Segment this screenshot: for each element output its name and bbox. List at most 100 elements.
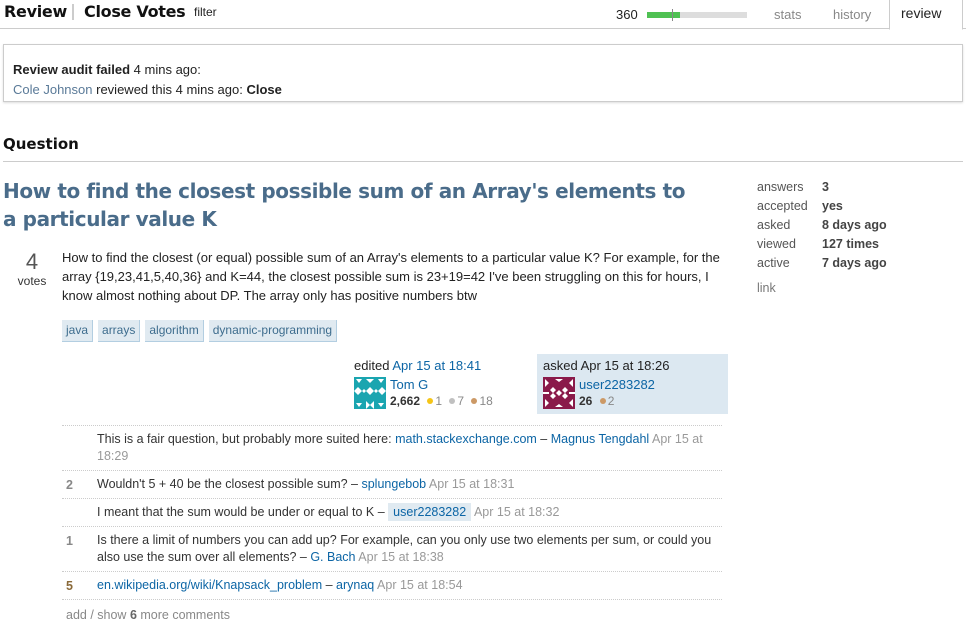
section-divider <box>3 161 963 162</box>
comment-list: This is a fair question, but probably mo… <box>62 425 722 600</box>
review-action: Close <box>246 82 282 97</box>
stat-active: active 7 days ago <box>757 256 887 275</box>
comment-user-link[interactable]: arynaq <box>336 578 374 592</box>
stat-answers: answers 3 <box>757 180 887 199</box>
editor-avatar-icon[interactable] <box>354 377 386 409</box>
audit-notice: Review audit failed 4 mins ago: Cole Joh… <box>3 44 963 102</box>
asked-info: asked Apr 15 at 18:26 <box>543 358 670 373</box>
comment-separator: – <box>536 432 551 446</box>
stat-value: 8 days ago <box>822 218 887 232</box>
question-stats: answers 3 accepted yes asked 8 days ago vie… <box>757 180 887 295</box>
more-comments-prefix: add / show <box>66 608 130 622</box>
comment-date: Apr 15 at 18:54 <box>374 578 463 592</box>
tab-review[interactable]: review <box>889 0 963 30</box>
owner-signature: asked Apr 15 at 18:26 user2283282 26 2 <box>537 354 728 414</box>
vote-count: 4 <box>25 249 39 274</box>
comment-date: Apr 15 at 18:32 <box>471 505 560 519</box>
stat-label: answers <box>757 180 804 194</box>
queue-title-link[interactable]: Close Votes <box>84 2 186 21</box>
comment-link[interactable]: math.stackexchange.com <box>395 432 537 446</box>
review-progress-fill <box>647 12 680 18</box>
stat-value: yes <box>822 199 843 213</box>
comment-separator: – <box>296 550 311 564</box>
review-home-link[interactable]: Review <box>4 2 67 21</box>
vote-box: 4 votes <box>14 249 50 289</box>
editor-name-link[interactable]: Tom G <box>390 377 428 392</box>
more-comments-count: 6 <box>129 608 137 622</box>
tag-algorithm[interactable]: algorithm <box>145 320 204 342</box>
comment: This is a fair question, but probably mo… <box>62 426 722 471</box>
tab-history[interactable]: history <box>833 7 871 22</box>
question-title[interactable]: How to find the closest possible sum of … <box>3 177 703 233</box>
comment-text: I meant that the sum would be under or e… <box>97 505 375 519</box>
stat-label: active <box>757 256 790 270</box>
editor-silver-count: 7 <box>457 394 465 408</box>
owner-reputation: 26 2 <box>579 393 614 409</box>
tag-list: java arrays algorithm dynamic-programmin… <box>62 320 338 342</box>
owner-name-link[interactable]: user2283282 <box>579 377 655 392</box>
editor-reputation: 2,662 1 7 18 <box>390 393 493 409</box>
editor-user: Tom G 2,662 1 7 18 <box>354 377 522 409</box>
editor-rep-score: 2,662 <box>390 394 421 408</box>
section-title: Question <box>3 135 79 153</box>
comment-owner-user-link[interactable]: user2283282 <box>388 503 472 521</box>
comment-date: Apr 15 at 18:38 <box>355 550 444 564</box>
owner-bronze-count: 2 <box>607 394 615 408</box>
stat-asked: asked 8 days ago <box>757 218 887 237</box>
question-body: How to find the closest (or equal) possi… <box>62 250 720 303</box>
review-progress-marker <box>672 9 673 21</box>
tab-stats[interactable]: stats <box>774 7 801 22</box>
review-count: 360 <box>616 7 638 22</box>
edited-time-link[interactable]: Apr 15 at 18:41 <box>392 358 481 373</box>
comment-score: 2 <box>66 478 73 492</box>
filter-link[interactable]: filter <box>194 5 217 19</box>
comment-score: 5 <box>66 579 73 593</box>
silver-badge-icon <box>449 398 456 405</box>
comment: 1 Is there a limit of numbers you can ad… <box>62 527 722 572</box>
stat-viewed: viewed 127 times <box>757 237 887 256</box>
audit-status: Review audit failed 4 mins ago: <box>13 62 201 77</box>
editor-signature: edited Apr 15 at 18:41 Tom G 2,662 1 7 1… <box>348 354 528 414</box>
comment: 2 Wouldn't 5 + 40 be the closest possibl… <box>62 471 722 499</box>
stat-value: 7 days ago <box>822 256 887 270</box>
stat-label: viewed <box>757 237 796 251</box>
owner-avatar-icon[interactable] <box>543 377 575 409</box>
comment-score: 1 <box>66 534 73 548</box>
comment: 5 en.wikipedia.org/wiki/Knapsack_problem… <box>62 572 722 600</box>
audit-title: Review audit failed <box>13 62 131 77</box>
gold-badge-icon <box>427 398 434 405</box>
comment-user-link[interactable]: G. Bach <box>310 550 355 564</box>
comment-date: Apr 15 at 18:31 <box>426 477 515 491</box>
bronze-badge-icon <box>471 398 478 405</box>
vote-label: votes <box>17 274 47 288</box>
more-comments-suffix: more comments <box>136 608 230 622</box>
comment-user-link[interactable]: Magnus Tengdahl <box>551 432 649 446</box>
edited-info: edited Apr 15 at 18:41 <box>354 358 522 374</box>
stat-value: 3 <box>822 180 829 194</box>
show-more-comments-link[interactable]: add / show 6 more comments <box>66 608 230 622</box>
comment-link[interactable]: en.wikipedia.org/wiki/Knapsack_problem <box>97 578 322 592</box>
comment-text: Wouldn't 5 + 40 be the closest possible … <box>97 477 348 491</box>
comment-text: This is a fair question, but probably mo… <box>97 432 396 446</box>
comment: I meant that the sum would be under or e… <box>62 499 722 527</box>
review-header: Review Close Votes filter 360 stats hist… <box>0 0 966 30</box>
comment-separator: – <box>322 578 337 592</box>
tag-dynamic-programming[interactable]: dynamic-programming <box>208 320 338 342</box>
review-progress-bar <box>647 9 747 21</box>
reviewer-link[interactable]: Cole Johnson <box>13 82 93 97</box>
comment-separator: – <box>347 477 362 491</box>
stat-label: asked <box>757 218 791 232</box>
comment-user-link[interactable]: splungebob <box>361 477 426 491</box>
stat-value: 127 times <box>822 237 879 251</box>
audit-detail: Cole Johnson reviewed this 4 mins ago: C… <box>13 82 282 97</box>
bronze-badge-icon <box>599 398 606 405</box>
edited-label: edited <box>354 358 390 373</box>
reviewed-text: reviewed this 4 mins ago: <box>96 82 243 97</box>
audit-time: 4 mins ago: <box>133 62 201 77</box>
editor-bronze-count: 18 <box>479 394 493 408</box>
editor-gold-count: 1 <box>435 394 443 408</box>
tag-arrays[interactable]: arrays <box>98 320 141 342</box>
stat-accepted: accepted yes <box>757 199 887 218</box>
tag-java[interactable]: java <box>62 320 94 342</box>
share-link[interactable]: link <box>757 281 887 295</box>
